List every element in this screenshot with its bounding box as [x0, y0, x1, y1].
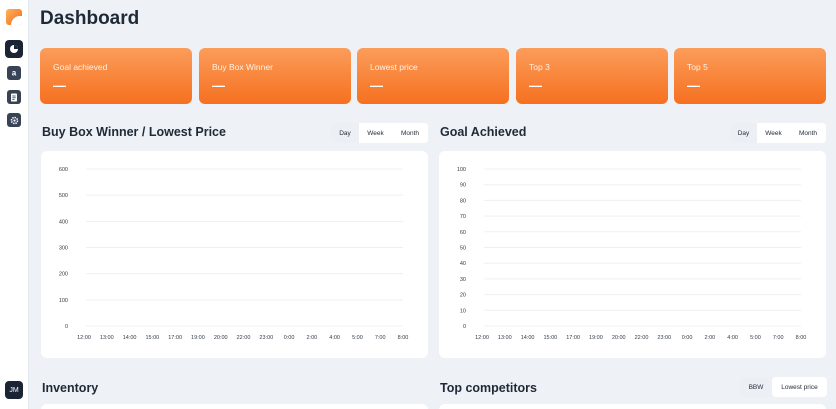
- kpi-label: Top 5: [687, 62, 708, 72]
- kpi-value: —: [370, 78, 383, 93]
- kpi-value: —: [687, 78, 700, 93]
- x-tick-label: 17:00: [566, 335, 580, 341]
- tab-month[interactable]: Month: [790, 123, 826, 143]
- gear-icon: [10, 116, 18, 124]
- svg-text:a: a: [12, 69, 17, 77]
- y-tick-label: 100: [59, 298, 68, 304]
- kpi-value: —: [212, 78, 225, 93]
- goal-chart-card: 0 10 20 30 40 50 60 70 80 90 100 12:00 13:00 14:00 15:…: [439, 151, 826, 358]
- x-tick-label: 0:00: [284, 335, 295, 341]
- goal-section-title: Goal Achieved: [440, 125, 527, 139]
- x-tick-label: 19:00: [191, 335, 205, 341]
- kpi-card-top-3: Top 3 —: [516, 48, 668, 104]
- x-tick-label: 7:00: [773, 335, 784, 341]
- y-tick-label: 50: [460, 246, 466, 252]
- sidebar-item-amazon[interactable]: a: [7, 66, 21, 80]
- y-tick-label: 30: [460, 277, 466, 283]
- tab-week[interactable]: Week: [757, 123, 790, 143]
- y-tick-label: 0: [463, 324, 466, 330]
- buybox-period-toggle: Day Week Month: [331, 123, 428, 143]
- y-tick-label: 70: [460, 214, 466, 220]
- x-tick-label: 8:00: [398, 335, 409, 341]
- user-avatar[interactable]: JM: [5, 381, 23, 399]
- y-tick-label: 80: [460, 198, 466, 204]
- tab-month[interactable]: Month: [392, 123, 428, 143]
- y-tick-label: 500: [59, 193, 68, 199]
- kpi-card-lowest-price: Lowest price —: [357, 48, 509, 104]
- x-tick-label: 20:00: [214, 335, 228, 341]
- x-tick-label: 15:00: [145, 335, 159, 341]
- x-tick-label: 5:00: [750, 335, 761, 341]
- tab-lowest-price[interactable]: Lowest price: [772, 377, 827, 397]
- x-tick-label: 15:00: [543, 335, 557, 341]
- kpi-label: Buy Box Winner: [212, 62, 273, 72]
- kpi-value: —: [529, 78, 542, 93]
- x-tick-label: 14:00: [521, 335, 535, 341]
- tab-day[interactable]: Day: [730, 123, 757, 143]
- y-tick-label: 20: [460, 293, 466, 299]
- x-tick-label: 13:00: [498, 335, 512, 341]
- x-tick-label: 22:00: [237, 335, 251, 341]
- buybox-section-title: Buy Box Winner / Lowest Price: [42, 125, 226, 139]
- x-tick-label: 13:00: [100, 335, 114, 341]
- kpi-label: Lowest price: [370, 62, 418, 72]
- x-tick-label: 22:00: [635, 335, 649, 341]
- competitors-card: [439, 404, 826, 409]
- sidebar-item-settings[interactable]: [7, 113, 21, 127]
- y-tick-label: 60: [460, 230, 466, 236]
- y-tick-label: 400: [59, 219, 68, 225]
- x-tick-label: 7:00: [375, 335, 386, 341]
- x-tick-label: 4:00: [329, 335, 340, 341]
- x-tick-label: 5:00: [352, 335, 363, 341]
- x-tick-label: 19:00: [589, 335, 603, 341]
- sidebar-item-dashboard[interactable]: [5, 40, 23, 58]
- x-tick-label: 4:00: [727, 335, 738, 341]
- kpi-card-top-5: Top 5 —: [674, 48, 826, 104]
- y-tick-label: 0: [65, 324, 68, 330]
- x-tick-label: 8:00: [796, 335, 807, 341]
- document-icon: [11, 93, 17, 101]
- tab-day[interactable]: Day: [331, 123, 359, 143]
- y-tick-label: 300: [59, 246, 68, 252]
- y-tick-label: 200: [59, 272, 68, 278]
- y-tick-label: 100: [457, 167, 466, 173]
- y-tick-label: 90: [460, 183, 466, 189]
- x-tick-label: 2:00: [704, 335, 715, 341]
- inventory-section-title: Inventory: [42, 381, 99, 395]
- kpi-label: Goal achieved: [53, 62, 108, 72]
- x-tick-label: 23:00: [259, 335, 273, 341]
- amazon-icon: a: [12, 69, 17, 77]
- x-tick-label: 2:00: [306, 335, 317, 341]
- tab-bbw[interactable]: BBW: [740, 377, 772, 397]
- y-tick-label: 10: [460, 308, 466, 314]
- competitors-toggle: BBW Lowest price: [740, 377, 827, 397]
- x-tick-label: 14:00: [123, 335, 137, 341]
- kpi-label: Top 3: [529, 62, 550, 72]
- page-title: Dashboard: [40, 8, 140, 29]
- brand-logo[interactable]: [6, 9, 22, 25]
- x-tick-label: 0:00: [682, 335, 693, 341]
- x-tick-label: 20:00: [612, 335, 626, 341]
- y-tick-label: 40: [460, 261, 466, 267]
- x-tick-label: 23:00: [657, 335, 671, 341]
- x-tick-label: 12:00: [475, 335, 489, 341]
- sidebar: a JM: [0, 0, 29, 409]
- kpi-card-goal-achieved: Goal achieved —: [40, 48, 192, 104]
- kpi-value: —: [53, 78, 66, 93]
- kpi-card-buy-box-winner: Buy Box Winner —: [199, 48, 351, 104]
- sidebar-item-documents[interactable]: [7, 90, 21, 104]
- competitors-section-title: Top competitors: [440, 381, 537, 395]
- buybox-chart-card: 0 100 200 300 400 500 600 12:00 13:00 14:00 15:00 1…: [41, 151, 428, 358]
- goal-chart: 0 10 20 30 40 50 60 70 80 90 100 12:00 13:00 14:00 15:…: [457, 167, 807, 341]
- tab-week[interactable]: Week: [359, 123, 392, 143]
- dashboard-icon: [10, 45, 18, 53]
- inventory-card: [41, 404, 428, 409]
- x-tick-label: 17:00: [168, 335, 182, 341]
- buybox-chart: 0 100 200 300 400 500 600 12:00 13:00 14:00 15:00 1…: [59, 167, 409, 341]
- x-tick-label: 12:00: [77, 335, 91, 341]
- y-tick-label: 600: [59, 167, 68, 173]
- goal-period-toggle: Day Week Month: [730, 123, 826, 143]
